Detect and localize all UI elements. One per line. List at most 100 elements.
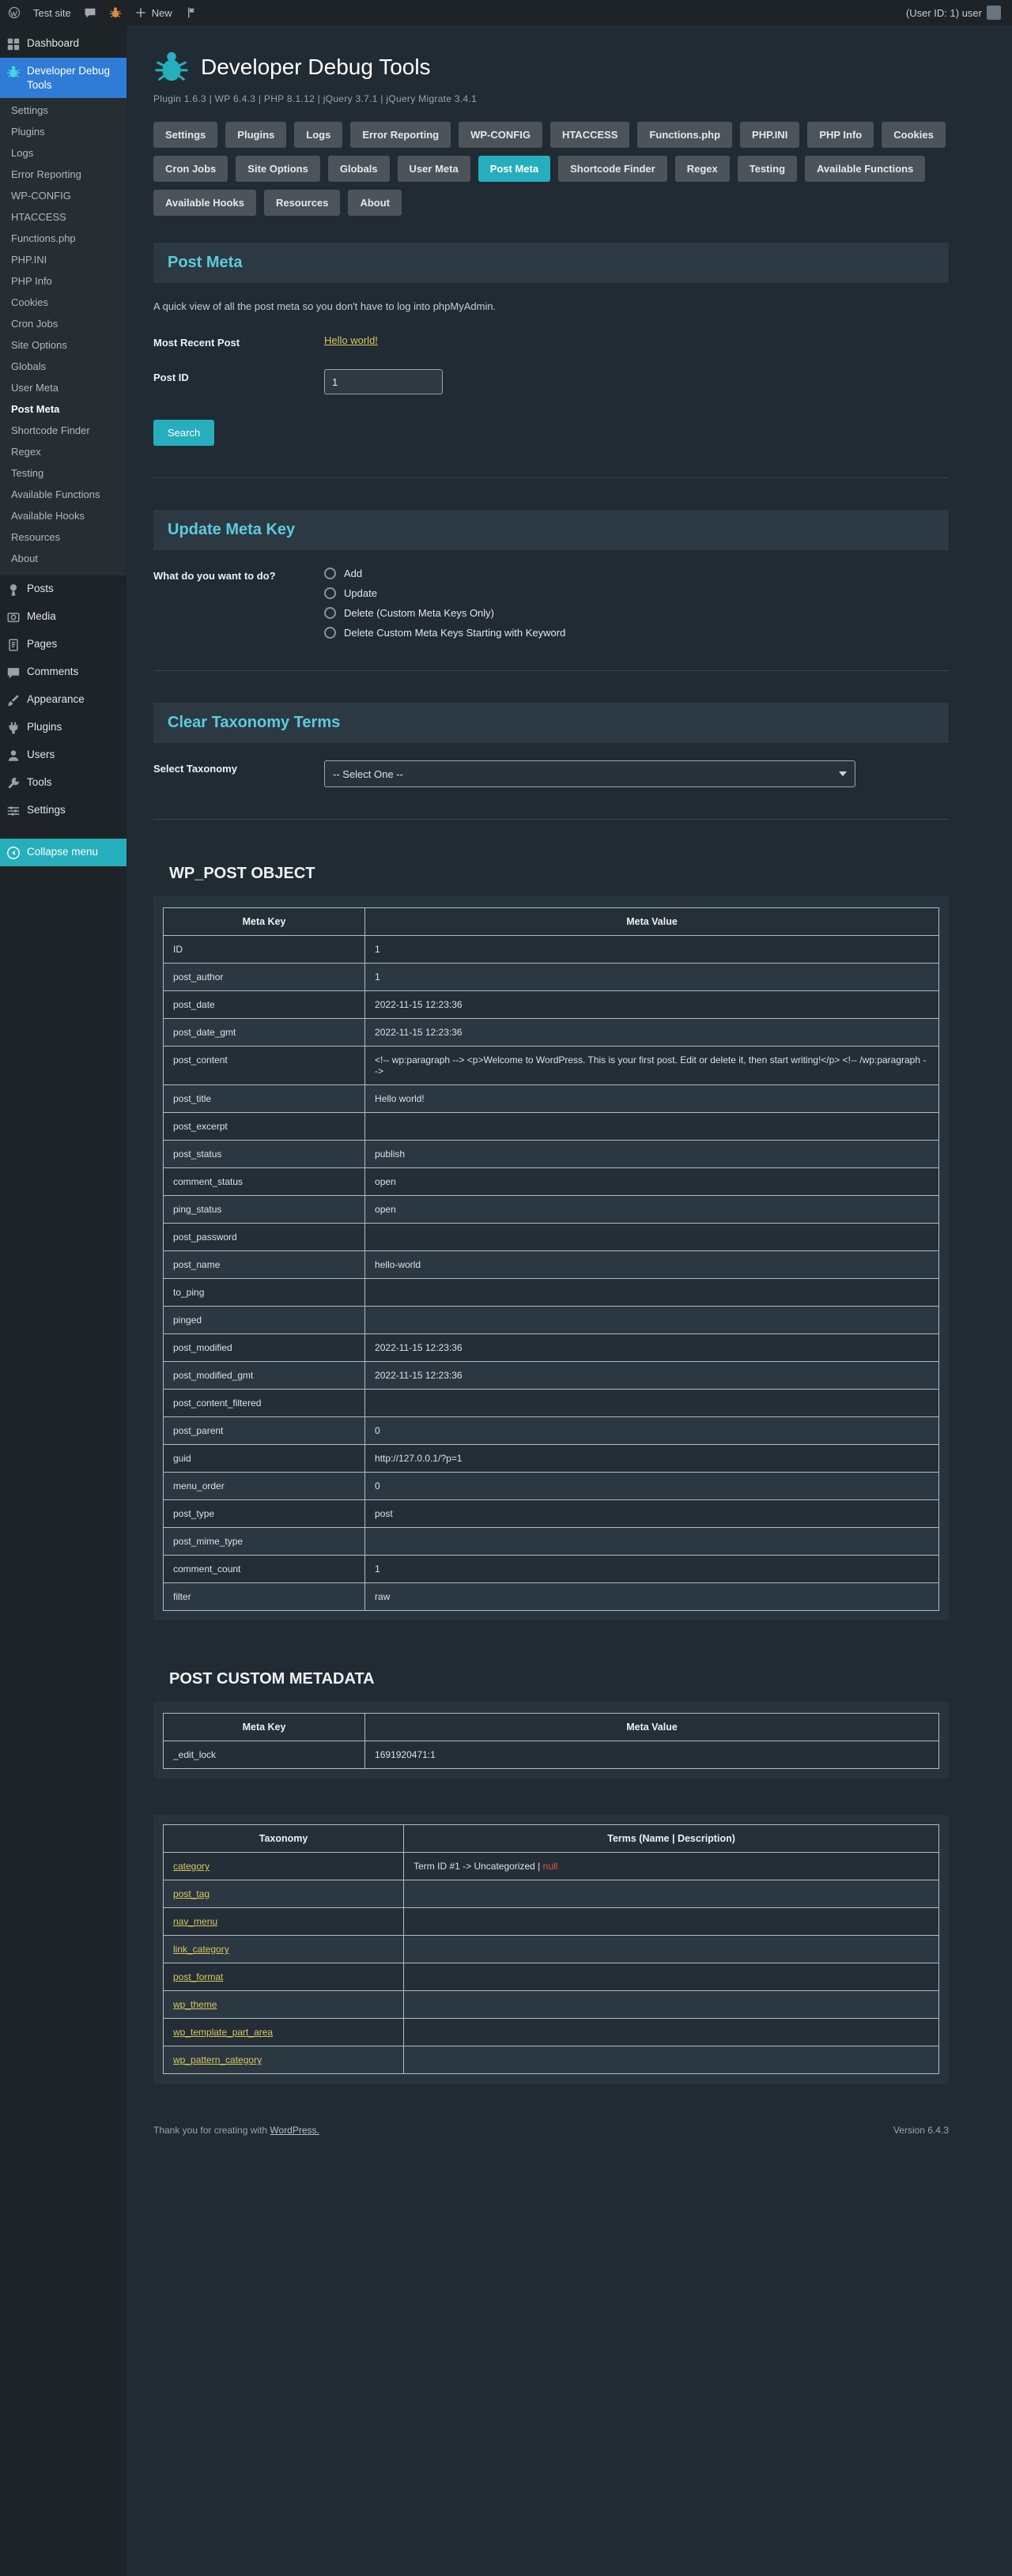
meta-value-cell (365, 1224, 939, 1251)
tab-button[interactable]: HTACCESS (550, 122, 630, 148)
submenu-item[interactable]: Cookies (0, 292, 126, 313)
sidebar-item[interactable]: Plugins (0, 714, 126, 741)
new-content-menu[interactable]: New (134, 6, 172, 19)
tab-button[interactable]: Site Options (236, 156, 320, 182)
tab-button[interactable]: Functions.php (637, 122, 732, 148)
tab-button[interactable]: Cookies (882, 122, 946, 148)
radio-option[interactable]: Update (324, 587, 565, 599)
submenu-item[interactable]: Post Meta (0, 398, 126, 420)
submenu-item[interactable]: Shortcode Finder (0, 420, 126, 441)
radio-option[interactable]: Delete Custom Meta Keys Starting with Ke… (324, 627, 565, 639)
submenu-item[interactable]: Functions.php (0, 228, 126, 249)
section-title: Post Meta (168, 254, 935, 272)
submenu-item[interactable]: Plugins (0, 121, 126, 142)
radio-button-icon (324, 568, 336, 579)
settings-icon (6, 804, 21, 818)
tab-button[interactable]: User Meta (398, 156, 470, 182)
submenu-item[interactable]: Regex (0, 441, 126, 462)
submenu-item[interactable]: PHP Info (0, 270, 126, 292)
taxonomy-link[interactable]: post_format (173, 1971, 223, 1982)
sidebar-item[interactable]: Pages (0, 631, 126, 658)
wp-logo-menu[interactable] (8, 6, 21, 19)
tab-button[interactable]: Resources (264, 190, 340, 216)
submenu-item[interactable]: WP-CONFIG (0, 185, 126, 206)
section-title: Clear Taxonomy Terms (168, 714, 935, 732)
sidebar-item[interactable]: Users (0, 741, 126, 769)
taxonomy-link[interactable]: nav_menu (173, 1916, 217, 1927)
tab-button[interactable]: Shortcode Finder (558, 156, 667, 182)
meta-value-cell: open (365, 1196, 939, 1224)
submenu-item[interactable]: HTACCESS (0, 206, 126, 228)
plus-icon (134, 6, 147, 19)
tab-button[interactable]: Logs (294, 122, 342, 148)
tab-button[interactable]: About (348, 190, 402, 216)
tab-button[interactable]: PHP Info (807, 122, 874, 148)
my-account-menu[interactable]: (User ID: 1) user (906, 6, 1001, 20)
submenu-item[interactable]: PHP.INI (0, 249, 126, 270)
sidebar-item[interactable]: Posts (0, 575, 126, 603)
taxonomy-select[interactable]: -- Select One -- (324, 760, 855, 787)
sidebar-item[interactable]: Media (0, 603, 126, 631)
tab-button[interactable]: Globals (328, 156, 390, 182)
submenu-item[interactable]: Settings (0, 100, 126, 121)
radio-option[interactable]: Add (324, 568, 565, 579)
radio-option-label: Delete (Custom Meta Keys Only) (344, 607, 494, 619)
submenu-item[interactable]: Logs (0, 142, 126, 164)
taxonomy-link[interactable]: wp_pattern_category (173, 2054, 262, 2065)
pin-icon (6, 583, 21, 597)
submenu-item[interactable]: Available Hooks (0, 505, 126, 526)
submenu-item[interactable]: Available Functions (0, 484, 126, 505)
tab-button[interactable]: Testing (738, 156, 797, 182)
sidebar-item[interactable]: Comments (0, 658, 126, 686)
admin-bar: Test site New (User ID: 1) user (0, 0, 1012, 25)
submenu-item[interactable]: Resources (0, 526, 126, 548)
table-row: comment_count 1 (164, 1556, 939, 1583)
flag-menu[interactable] (185, 6, 198, 19)
null-text: null (543, 1861, 558, 1872)
site-name-menu[interactable]: Test site (33, 7, 71, 19)
meta-key-cell: post_password (164, 1224, 365, 1251)
taxonomy-link[interactable]: wp_template_part_area (173, 2027, 273, 2038)
submenu-item[interactable]: Cron Jobs (0, 313, 126, 334)
tab-button[interactable]: WP-CONFIG (459, 122, 542, 148)
table-header-row: Meta Key Meta Value (164, 908, 939, 936)
tab-button[interactable]: Available Hooks (153, 190, 256, 216)
tab-button[interactable]: Post Meta (478, 156, 550, 182)
collapse-menu-button[interactable]: Collapse menu (0, 839, 126, 866)
taxonomy-link[interactable]: category (173, 1861, 210, 1872)
meta-key-cell: menu_order (164, 1473, 365, 1500)
sidebar-item[interactable]: Settings (0, 797, 126, 824)
submenu-item[interactable]: Error Reporting (0, 164, 126, 185)
section-header-update-meta-key: Update Meta Key (153, 510, 949, 550)
wordpress-link[interactable]: WordPress. (270, 2125, 319, 2136)
ddt-adminbar-menu[interactable] (109, 6, 122, 19)
taxonomy-link[interactable]: link_category (173, 1944, 229, 1955)
tab-button[interactable]: Plugins (225, 122, 286, 148)
submenu-item[interactable]: Testing (0, 462, 126, 484)
submenu-item[interactable]: Globals (0, 356, 126, 377)
tab-button[interactable]: Cron Jobs (153, 156, 228, 182)
comments-menu[interactable] (84, 6, 96, 19)
search-button[interactable]: Search (153, 420, 214, 446)
most-recent-post-label: Most Recent Post (153, 334, 324, 349)
tab-button[interactable]: Regex (675, 156, 730, 182)
sidebar-item[interactable]: Appearance (0, 686, 126, 714)
submenu-item[interactable]: About (0, 548, 126, 569)
taxonomy-link[interactable]: post_tag (173, 1888, 210, 1899)
sidebar-item[interactable]: Tools (0, 769, 126, 797)
tab-button[interactable]: Available Functions (805, 156, 925, 182)
submenu-item[interactable]: User Meta (0, 377, 126, 398)
select-taxonomy-row: Select Taxonomy -- Select One -- (153, 760, 949, 787)
post-id-input[interactable] (324, 369, 443, 394)
sidebar-item-label: Media (27, 609, 56, 624)
tab-button[interactable]: Settings (153, 122, 217, 148)
tab-button[interactable]: Error Reporting (350, 122, 451, 148)
taxonomy-select-wrap: -- Select One -- (324, 760, 855, 787)
taxonomy-link[interactable]: wp_theme (173, 1999, 217, 2010)
most-recent-post-link[interactable]: Hello world! (324, 334, 378, 349)
radio-option[interactable]: Delete (Custom Meta Keys Only) (324, 607, 565, 619)
submenu-item[interactable]: Site Options (0, 334, 126, 356)
tab-button[interactable]: PHP.INI (740, 122, 799, 148)
sidebar-item[interactable]: Developer Debug Tools (0, 58, 126, 98)
sidebar-item[interactable]: Dashboard (0, 30, 126, 58)
